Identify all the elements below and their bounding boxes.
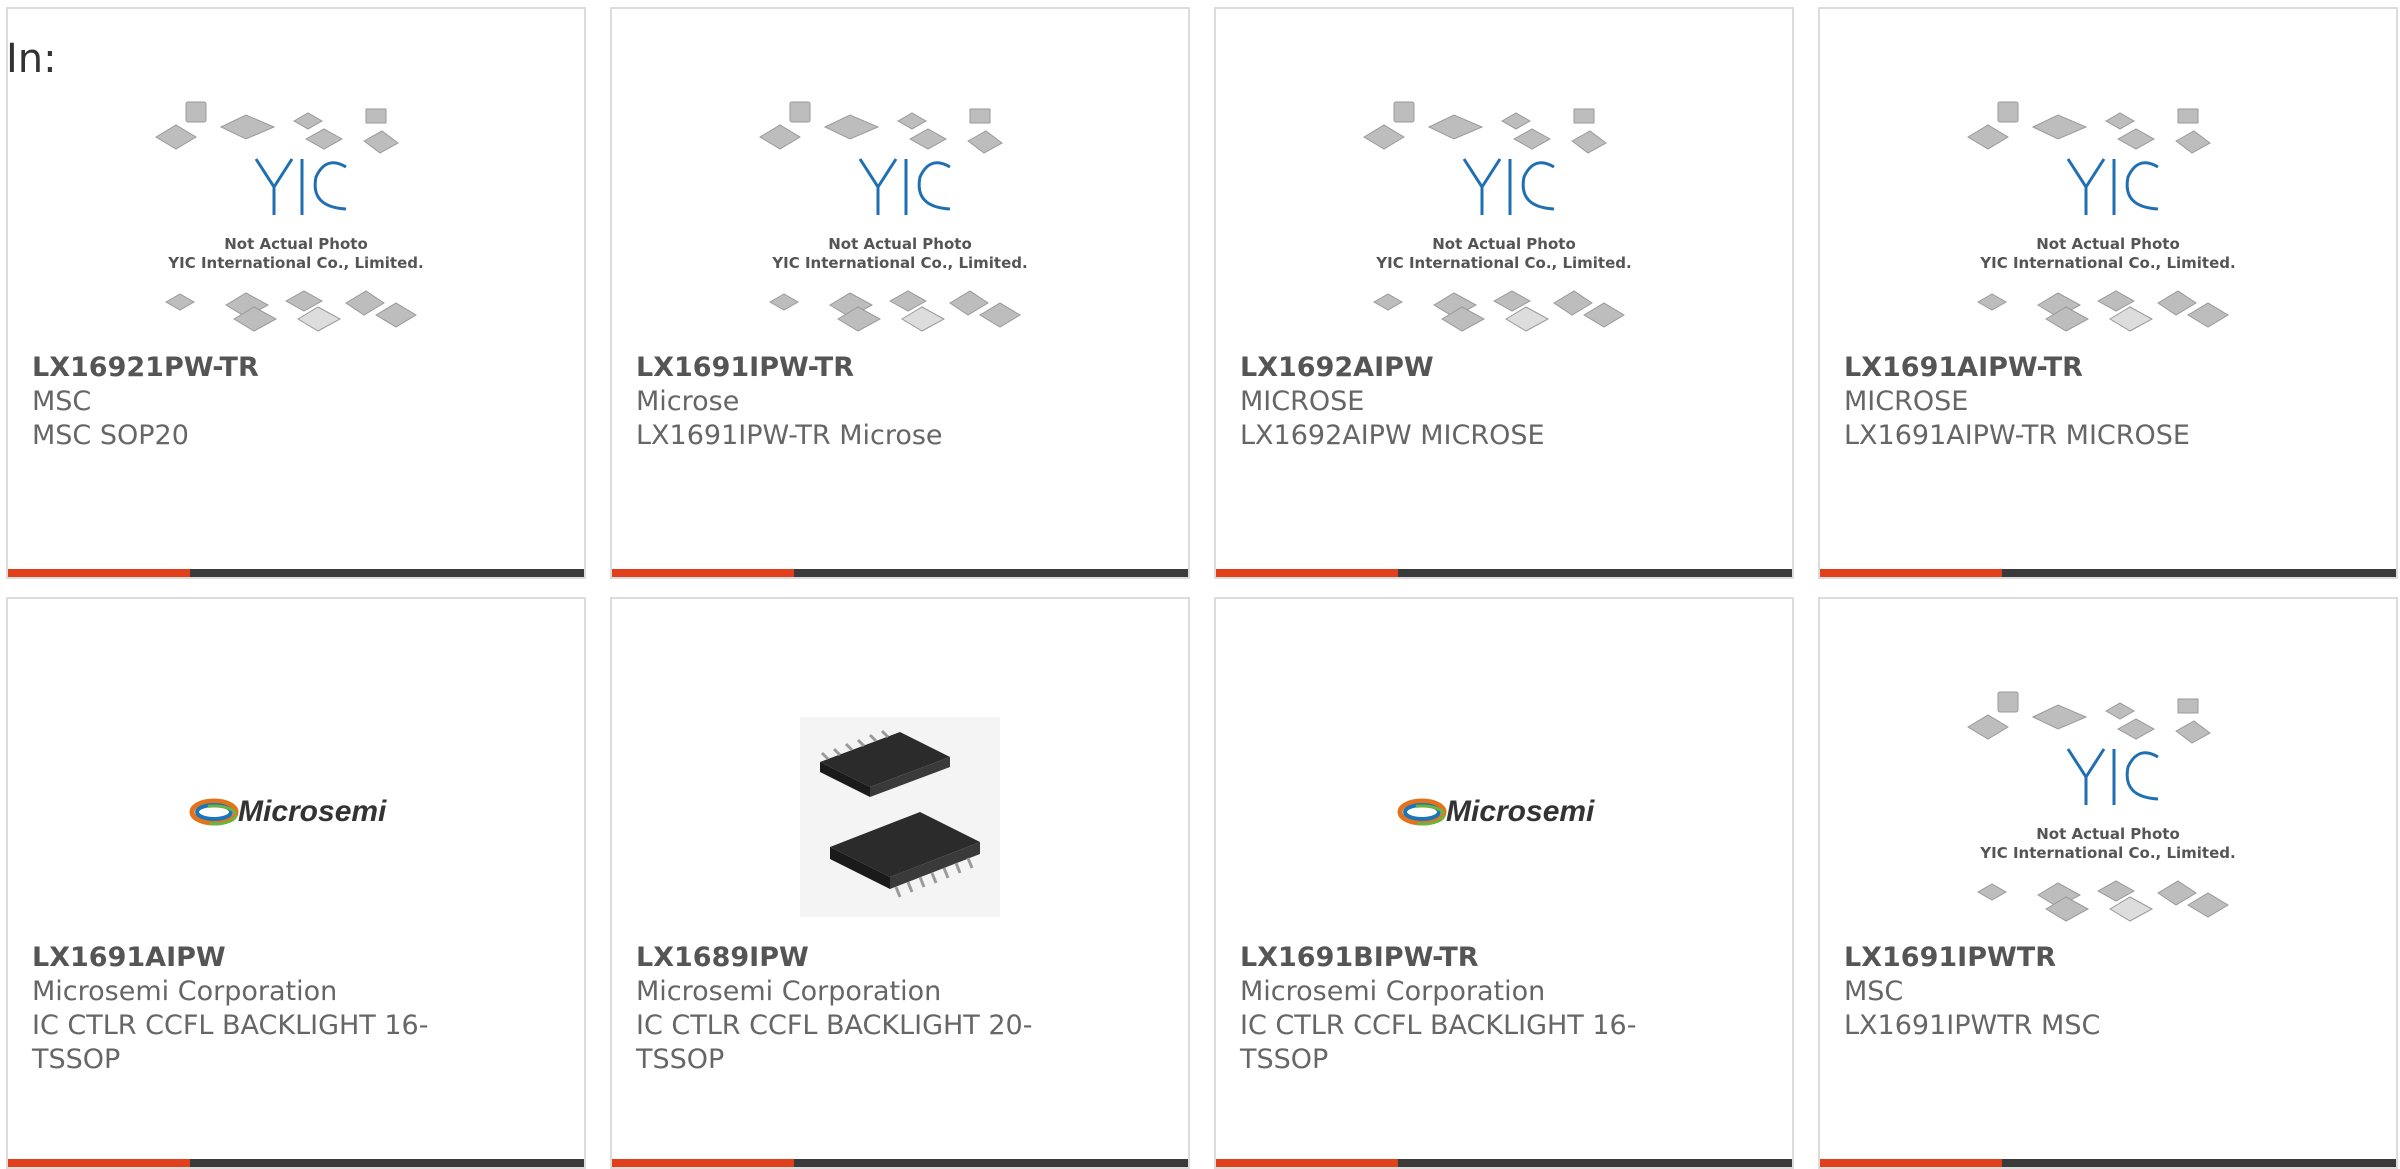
- product-info: LX1689IPW Microsemi Corporation IC CTLR …: [636, 941, 1164, 1077]
- description: LX1691IPW-TR Microse: [636, 420, 943, 451]
- svg-text:Not Actual Photo: Not Actual Photo: [224, 235, 368, 253]
- part-number[interactable]: LX1691AIPW-TR: [1844, 351, 2372, 385]
- manufacturer: Microsemi Corporation: [32, 976, 338, 1007]
- product-info: LX1691BIPW-TR Microsemi Corporation IC C…: [1240, 941, 1768, 1077]
- placeholder-image: Not Actual Photo YIC International Co., …: [759, 101, 1028, 332]
- yic-logo-icon: [858, 158, 951, 215]
- microsemi-logo-image: Microsemi: [189, 795, 387, 828]
- product-info: LX1691AIPW-TR MICROSE LX1691AIPW-TR MICR…: [1844, 351, 2372, 453]
- part-number[interactable]: LX16921PW-TR: [32, 351, 560, 385]
- svg-text:Not Actual Photo: Not Actual Photo: [828, 235, 972, 253]
- manufacturer: Microsemi Corporation: [1240, 976, 1546, 1007]
- product-info: LX1691IPWTR MSC LX1691IPWTR MSC: [1844, 941, 2372, 1043]
- svg-text:Not Actual Photo: Not Actual Photo: [2036, 825, 2180, 843]
- yic-logo-icon: [2066, 158, 2159, 215]
- svg-text:YIC International Co., Limited: YIC International Co., Limited.: [1979, 844, 2235, 862]
- part-number[interactable]: LX1691IPWTR: [1844, 941, 2372, 975]
- description: LX1691IPWTR MSC: [1844, 1010, 2101, 1041]
- in-label: In:: [6, 36, 57, 82]
- product-card[interactable]: Not Actual Photo YIC International Co., …: [1818, 7, 2398, 579]
- product-info: LX16921PW-TR MSC MSC SOP20: [32, 351, 560, 453]
- card-bottom-bar: [612, 569, 1188, 577]
- manufacturer: MICROSE: [1240, 386, 1365, 417]
- microsemi-swirl-icon: [189, 798, 239, 826]
- card-bottom-bar: [8, 569, 584, 577]
- yic-logo-icon: [1462, 158, 1555, 215]
- manufacturer: Microsemi Corporation: [636, 976, 942, 1007]
- card-bottom-bar: [1820, 569, 2396, 577]
- svg-text:Microsemi: Microsemi: [1446, 795, 1595, 828]
- product-card[interactable]: Microsemi LX1691AIPW Microsemi Corporati…: [6, 597, 586, 1169]
- description: LX1692AIPW MICROSE: [1240, 420, 1545, 451]
- card-bottom-bar: [612, 1159, 1188, 1167]
- microsemi-logo-image: Microsemi: [1397, 795, 1595, 828]
- part-number[interactable]: LX1691BIPW-TR: [1240, 941, 1768, 975]
- placeholder-image: Not Actual Photo YIC International Co., …: [1363, 101, 1632, 332]
- yic-logo-icon: [2066, 748, 2159, 805]
- svg-text:YIC International Co., Limited: YIC International Co., Limited.: [771, 254, 1027, 272]
- svg-text:YIC International Co., Limited: YIC International Co., Limited.: [167, 254, 423, 272]
- part-number[interactable]: LX1691AIPW: [32, 941, 560, 975]
- description: IC CTLR CCFL BACKLIGHT 16-TSSOP: [32, 1010, 429, 1075]
- description: IC CTLR CCFL BACKLIGHT 16-TSSOP: [1240, 1010, 1637, 1075]
- product-info: LX1691AIPW Microsemi Corporation IC CTLR…: [32, 941, 560, 1077]
- product-card[interactable]: Not Actual Photo YIC International Co., …: [1818, 597, 2398, 1169]
- card-bottom-bar: [1216, 1159, 1792, 1167]
- manufacturer: MSC: [1844, 976, 1904, 1007]
- product-card[interactable]: Not Actual Photo YIC International Co., …: [610, 7, 1190, 579]
- manufacturer: Microse: [636, 386, 740, 417]
- yic-logo-icon: [254, 158, 347, 215]
- product-info: LX1692AIPW MICROSE LX1692AIPW MICROSE: [1240, 351, 1768, 453]
- card-bottom-bar: [1216, 569, 1792, 577]
- product-card[interactable]: Not Actual Photo YIC International Co., …: [6, 7, 586, 579]
- svg-text:YIC International Co., Limited: YIC International Co., Limited.: [1375, 254, 1631, 272]
- tssop-chip-image: [800, 717, 1000, 917]
- product-card[interactable]: LX1689IPW Microsemi Corporation IC CTLR …: [610, 597, 1190, 1169]
- description: IC CTLR CCFL BACKLIGHT 20-TSSOP: [636, 1010, 1033, 1075]
- manufacturer: MSC: [32, 386, 92, 417]
- product-grid: Not Actual Photo YIC International Co., …: [6, 7, 2398, 1169]
- product-info: LX1691IPW-TR Microse LX1691IPW-TR Micros…: [636, 351, 1164, 453]
- placeholder-image: Not Actual Photo YIC International Co., …: [1967, 691, 2236, 922]
- card-bottom-bar: [1820, 1159, 2396, 1167]
- description: MSC SOP20: [32, 420, 189, 451]
- description: LX1691AIPW-TR MICROSE: [1844, 420, 2190, 451]
- svg-text:Microsemi: Microsemi: [238, 795, 387, 828]
- svg-text:Not Actual Photo: Not Actual Photo: [1432, 235, 1576, 253]
- product-card[interactable]: Microsemi LX1691BIPW-TR Microsemi Corpor…: [1214, 597, 1794, 1169]
- svg-text:Not Actual Photo: Not Actual Photo: [2036, 235, 2180, 253]
- manufacturer: MICROSE: [1844, 386, 1969, 417]
- part-number[interactable]: LX1692AIPW: [1240, 351, 1768, 385]
- placeholder-image: Not Actual Photo YIC International Co., …: [155, 101, 424, 332]
- placeholder-image: Not Actual Photo YIC International Co., …: [1967, 101, 2236, 332]
- part-number[interactable]: LX1691IPW-TR: [636, 351, 1164, 385]
- card-bottom-bar: [8, 1159, 584, 1167]
- part-number[interactable]: LX1689IPW: [636, 941, 1164, 975]
- microsemi-swirl-icon: [1397, 798, 1447, 826]
- svg-text:YIC International Co., Limited: YIC International Co., Limited.: [1979, 254, 2235, 272]
- product-card[interactable]: Not Actual Photo YIC International Co., …: [1214, 7, 1794, 579]
